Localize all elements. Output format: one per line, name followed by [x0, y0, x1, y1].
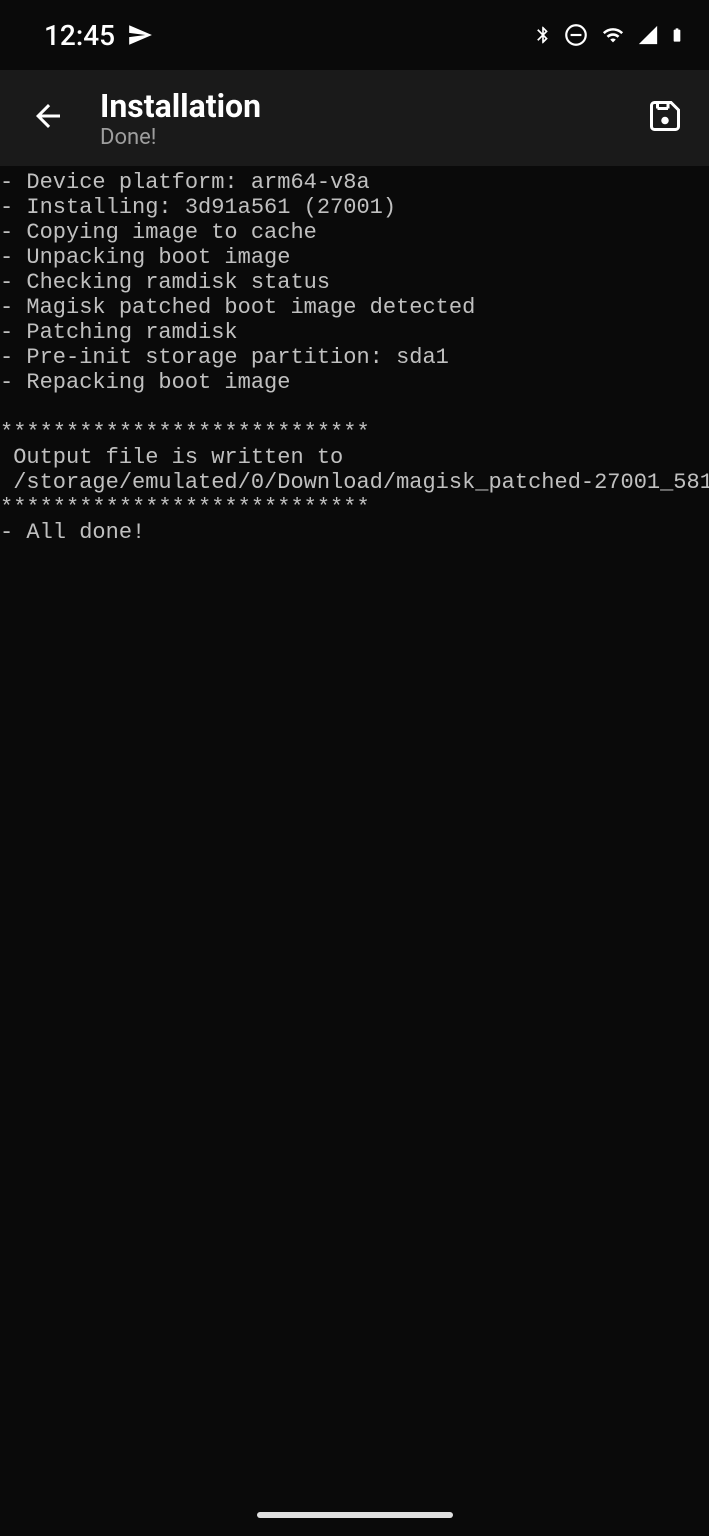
- status-bar: 12:45: [0, 0, 709, 70]
- save-icon: [647, 98, 683, 138]
- home-indicator[interactable]: [257, 1512, 453, 1518]
- battery-icon: [669, 22, 685, 48]
- status-bar-right: [533, 22, 685, 48]
- do-not-disturb-icon: [563, 22, 589, 48]
- status-bar-left: 12:45: [44, 19, 153, 52]
- wifi-icon: [599, 24, 627, 46]
- back-button[interactable]: [24, 94, 72, 142]
- send-icon: [127, 22, 153, 48]
- bluetooth-icon: [533, 22, 553, 48]
- status-time: 12:45: [44, 19, 115, 52]
- cellular-signal-icon: [637, 24, 659, 46]
- arrow-back-icon: [30, 98, 66, 138]
- page-title: Installation: [100, 87, 613, 125]
- app-bar-titles: Installation Done!: [100, 87, 613, 150]
- log-output: - Device platform: arm64-v8a - Installin…: [0, 166, 709, 545]
- app-bar: Installation Done!: [0, 70, 709, 166]
- page-subtitle: Done!: [100, 125, 613, 150]
- save-button[interactable]: [641, 94, 689, 142]
